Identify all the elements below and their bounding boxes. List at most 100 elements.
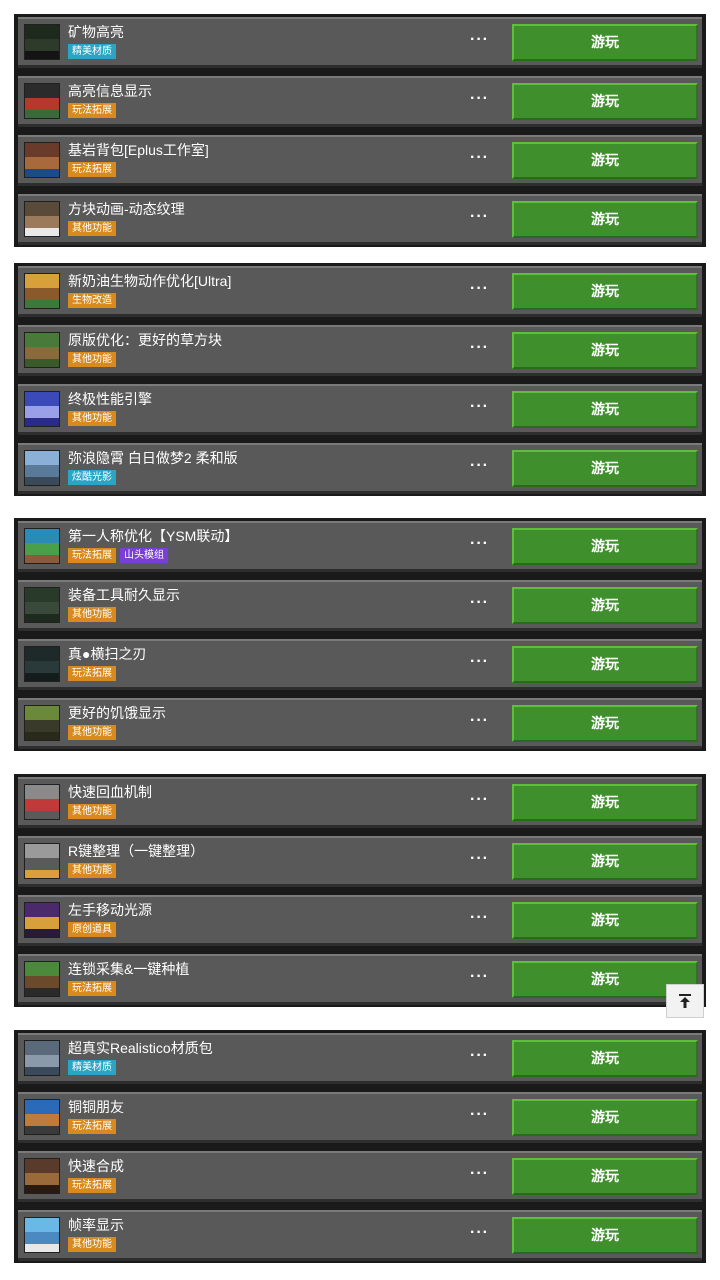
mod-thumbnail [24, 1158, 60, 1194]
mod-title: 快速回血机制 [68, 784, 152, 800]
mod-tags: 精美材质 [68, 44, 116, 59]
more-options-button[interactable]: ··· [470, 1165, 489, 1183]
mod-group: 新奶油生物动作优化[Ultra] 生物改造 ··· 游玩 原版优化：更好的草方块 其他功能… [14, 263, 706, 496]
category-tag: 玩法拓展 [68, 666, 116, 681]
category-tag: 炫酷光影 [68, 470, 116, 485]
mod-tags: 玩法拓展 山头模组 [68, 548, 168, 563]
mod-group: 矿物高亮 精美材质 ··· 游玩 高亮信息显示 玩法拓展 ··· 游玩 基岩背包[Eplus工作… [14, 14, 706, 247]
category-tag: 其他功能 [68, 725, 116, 740]
mod-title: 方块动画-动态纹理 [68, 201, 185, 217]
mod-card[interactable]: 方块动画-动态纹理 其他功能 ··· 游玩 [18, 194, 702, 245]
mod-card[interactable]: 铜铜朋友 玩法拓展 ··· 游玩 [18, 1092, 702, 1143]
more-options-button[interactable]: ··· [470, 909, 489, 927]
more-options-button[interactable]: ··· [470, 1106, 489, 1124]
more-options-button[interactable]: ··· [470, 149, 489, 167]
mod-card[interactable]: 新奶油生物动作优化[Ultra] 生物改造 ··· 游玩 [18, 266, 702, 317]
play-button[interactable]: 游玩 [512, 646, 698, 683]
more-options-button[interactable]: ··· [470, 1224, 489, 1242]
mod-card[interactable]: 超真实Realistico材质包 精美材质 ··· 游玩 [18, 1033, 702, 1084]
more-options-button[interactable]: ··· [470, 208, 489, 226]
more-options-button[interactable]: ··· [470, 850, 489, 868]
mod-tags: 原创道具 [68, 922, 116, 937]
mod-card[interactable]: 弥浪隐霄 白日做梦2 柔和版 炫酷光影 ··· 游玩 [18, 443, 702, 494]
more-options-button[interactable]: ··· [470, 968, 489, 986]
mod-title: 超真实Realistico材质包 [68, 1040, 213, 1056]
play-button[interactable]: 游玩 [512, 902, 698, 939]
mod-thumbnail [24, 961, 60, 997]
mod-card[interactable]: R键整理（一键整理） 其他功能 ··· 游玩 [18, 836, 702, 887]
play-button[interactable]: 游玩 [512, 450, 698, 487]
play-button[interactable]: 游玩 [512, 83, 698, 120]
play-button[interactable]: 游玩 [512, 273, 698, 310]
mod-tags: 其他功能 [68, 221, 116, 236]
mod-card[interactable]: 高亮信息显示 玩法拓展 ··· 游玩 [18, 76, 702, 127]
more-options-button[interactable]: ··· [470, 535, 489, 553]
mod-card[interactable]: 真●横扫之刃 玩法拓展 ··· 游玩 [18, 639, 702, 690]
play-button[interactable]: 游玩 [512, 1040, 698, 1077]
mod-tags: 其他功能 [68, 863, 116, 878]
category-tag: 原创道具 [68, 922, 116, 937]
category-tag: 山头模组 [120, 548, 168, 563]
more-options-button[interactable]: ··· [470, 31, 489, 49]
mod-title: 装备工具耐久显示 [68, 587, 180, 603]
mod-card[interactable]: 快速回血机制 其他功能 ··· 游玩 [18, 777, 702, 828]
more-options-button[interactable]: ··· [470, 398, 489, 416]
category-tag: 精美材质 [68, 1060, 116, 1075]
mod-card[interactable]: 装备工具耐久显示 其他功能 ··· 游玩 [18, 580, 702, 631]
mod-card[interactable]: 矿物高亮 精美材质 ··· 游玩 [18, 17, 702, 68]
mod-card[interactable]: 基岩背包[Eplus工作室] 玩法拓展 ··· 游玩 [18, 135, 702, 186]
category-tag: 玩法拓展 [68, 981, 116, 996]
mod-title: 第一人称优化【YSM联动】 [68, 528, 239, 544]
mod-card[interactable]: 原版优化：更好的草方块 其他功能 ··· 游玩 [18, 325, 702, 376]
play-button[interactable]: 游玩 [512, 24, 698, 61]
mod-title: 弥浪隐霄 白日做梦2 柔和版 [68, 450, 238, 466]
mod-thumbnail [24, 1099, 60, 1135]
more-options-button[interactable]: ··· [470, 280, 489, 298]
mod-tags: 其他功能 [68, 352, 116, 367]
mod-card[interactable]: 左手移动光源 原创道具 ··· 游玩 [18, 895, 702, 946]
play-button[interactable]: 游玩 [512, 1158, 698, 1195]
play-button[interactable]: 游玩 [512, 784, 698, 821]
more-options-button[interactable]: ··· [470, 712, 489, 730]
play-button[interactable]: 游玩 [512, 1099, 698, 1136]
more-options-button[interactable]: ··· [470, 90, 489, 108]
mod-card[interactable]: 快速合成 玩法拓展 ··· 游玩 [18, 1151, 702, 1202]
play-button[interactable]: 游玩 [512, 587, 698, 624]
play-button[interactable]: 游玩 [512, 1217, 698, 1254]
category-tag: 其他功能 [68, 411, 116, 426]
mod-title: 更好的饥饿显示 [68, 705, 166, 721]
mod-tags: 玩法拓展 [68, 981, 116, 996]
more-options-button[interactable]: ··· [470, 457, 489, 475]
mod-card[interactable]: 更好的饥饿显示 其他功能 ··· 游玩 [18, 698, 702, 749]
more-options-button[interactable]: ··· [470, 594, 489, 612]
mod-card[interactable]: 第一人称优化【YSM联动】 玩法拓展 山头模组 ··· 游玩 [18, 521, 702, 572]
mod-card[interactable]: 帧率显示 其他功能 ··· 游玩 [18, 1210, 702, 1261]
category-tag: 生物改造 [68, 293, 116, 308]
more-options-button[interactable]: ··· [470, 791, 489, 809]
category-tag: 精美材质 [68, 44, 116, 59]
category-tag: 玩法拓展 [68, 103, 116, 118]
arrow-up-to-top-icon [679, 994, 691, 1008]
mod-thumbnail [24, 784, 60, 820]
play-button[interactable]: 游玩 [512, 843, 698, 880]
more-options-button[interactable]: ··· [470, 653, 489, 671]
mod-thumbnail [24, 1040, 60, 1076]
mod-card[interactable]: 终极性能引擎 其他功能 ··· 游玩 [18, 384, 702, 435]
more-options-button[interactable]: ··· [470, 1047, 489, 1065]
more-options-button[interactable]: ··· [470, 339, 489, 357]
mod-card[interactable]: 连锁采集&一键种植 玩法拓展 ··· 游玩 [18, 954, 702, 1005]
mod-tags: 玩法拓展 [68, 162, 116, 177]
scroll-to-top-button[interactable] [666, 984, 704, 1018]
category-tag: 其他功能 [68, 221, 116, 236]
play-button[interactable]: 游玩 [512, 705, 698, 742]
mod-tags: 其他功能 [68, 804, 116, 819]
play-button[interactable]: 游玩 [512, 142, 698, 179]
play-button[interactable]: 游玩 [512, 201, 698, 238]
play-button[interactable]: 游玩 [512, 391, 698, 428]
category-tag: 玩法拓展 [68, 1119, 116, 1134]
play-button[interactable]: 游玩 [512, 528, 698, 565]
category-tag: 其他功能 [68, 607, 116, 622]
category-tag: 其他功能 [68, 352, 116, 367]
category-tag: 其他功能 [68, 1237, 116, 1252]
play-button[interactable]: 游玩 [512, 332, 698, 369]
